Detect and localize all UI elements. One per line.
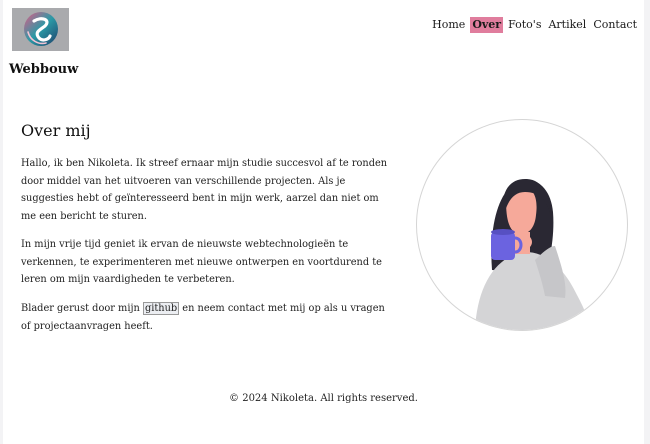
logo[interactable]	[12, 8, 69, 51]
about-paragraph-3: Blader gerust door mijn github en neem c…	[21, 300, 393, 335]
about-paragraph-2: In mijn vrije tijd geniet ik ervan de ni…	[21, 239, 382, 285]
profile-illustration	[416, 119, 628, 331]
nav-home[interactable]: Home	[430, 17, 467, 33]
nav-contact[interactable]: Contact	[591, 17, 639, 33]
nav-over[interactable]: Over	[470, 17, 504, 33]
brand-name: Webbouw	[9, 62, 79, 77]
footer-copyright: © 2024 Nikoleta. All rights reserved.	[229, 393, 418, 404]
nav-artikel[interactable]: Artikel	[546, 17, 588, 33]
s-swirl-logo-icon	[24, 12, 58, 46]
paragraph-3-start: Blader gerust door mijn	[21, 303, 143, 314]
main-nav: Home Over Foto's Artikel Contact	[427, 17, 639, 33]
github-link[interactable]: github	[142, 302, 180, 315]
page: Webbouw Home Over Foto's Artikel Contact…	[3, 0, 644, 444]
woman-drinking-coffee-illustration	[475, 178, 589, 330]
about-paragraph-1: Hallo, ik ben Nikoleta. Ik streef ernaar…	[21, 158, 388, 222]
about-title: Over mij	[21, 121, 91, 140]
nav-fotos[interactable]: Foto's	[506, 17, 543, 33]
